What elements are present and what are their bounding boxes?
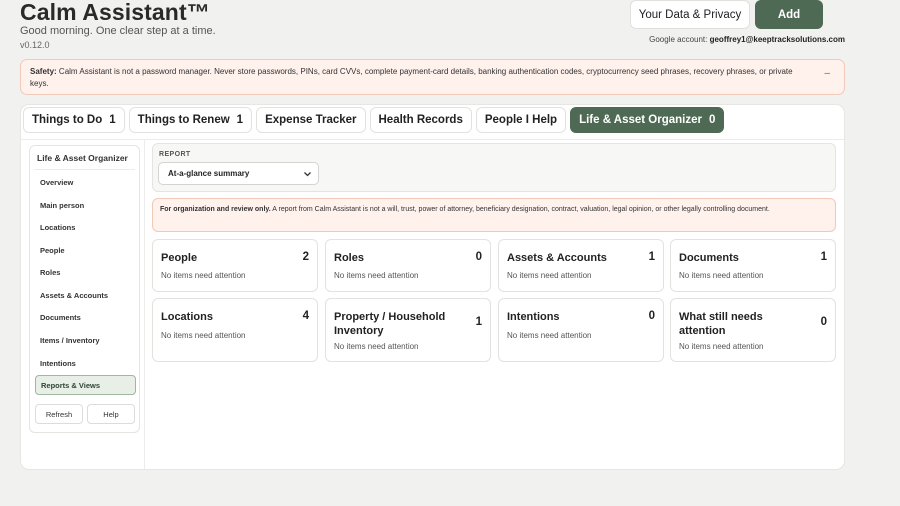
card-title: Intentions xyxy=(507,311,560,323)
card-count: 4 xyxy=(302,310,309,322)
legal-notice: For organization and review only. A repo… xyxy=(152,198,836,232)
card-status: No items need attention xyxy=(507,271,592,280)
tab-expense-tracker[interactable]: Expense Tracker xyxy=(256,107,366,133)
help-button[interactable]: Help xyxy=(87,404,135,424)
summary-card-locations[interactable]: Locations 4 No items need attention xyxy=(152,298,318,362)
card-title: Documents xyxy=(679,252,739,264)
card-count: 1 xyxy=(820,251,827,263)
collapse-safety-button[interactable]: – xyxy=(824,68,830,80)
notice-label: For organization and review only. xyxy=(160,206,271,213)
card-status: No items need attention xyxy=(161,271,246,280)
card-status: No items need attention xyxy=(679,271,764,280)
summary-card-property-inventory[interactable]: Property / Household Inventory 1 No item… xyxy=(325,298,491,362)
sidebar-item-main-person[interactable]: Main person xyxy=(35,195,136,215)
add-button[interactable]: Add xyxy=(755,0,823,29)
version-label: v0.12.0 xyxy=(20,40,50,50)
card-count: 1 xyxy=(475,316,482,328)
card-count: 0 xyxy=(820,316,827,328)
tab-label: Life & Asset Organizer xyxy=(579,114,702,126)
summary-card-assets-accounts[interactable]: Assets & Accounts 1 No items need attent… xyxy=(498,239,664,292)
card-status: No items need attention xyxy=(507,331,592,340)
card-count: 0 xyxy=(648,310,655,322)
card-title: What still needs attention xyxy=(679,311,763,337)
tab-things-to-renew[interactable]: Things to Renew 1 xyxy=(128,107,253,133)
safety-text: Calm Assistant is not a password manager… xyxy=(30,67,793,88)
tab-bar: Things to Do 1 Things to Renew 1 Expense… xyxy=(23,107,728,133)
card-status: No items need attention xyxy=(679,342,764,351)
card-title: Assets & Accounts xyxy=(507,252,607,264)
account-email: geoffrey1@keeptracksolutions.com xyxy=(709,35,845,44)
sidebar-title: Life & Asset Organizer xyxy=(37,153,128,163)
sidebar: Life & Asset Organizer Overview Main per… xyxy=(29,145,140,433)
sidebar-item-people[interactable]: People xyxy=(35,240,136,260)
tab-health-records[interactable]: Health Records xyxy=(369,107,472,133)
sidebar-item-documents[interactable]: Documents xyxy=(35,307,136,327)
refresh-button[interactable]: Refresh xyxy=(35,404,83,424)
account-info: Google account: geoffrey1@keeptracksolut… xyxy=(649,35,845,44)
card-title: Locations xyxy=(161,311,213,323)
safety-banner: Safety: Calm Assistant is not a password… xyxy=(20,59,845,95)
tab-label: Health Records xyxy=(378,114,463,126)
report-label: REPORT xyxy=(159,151,191,158)
card-status: No items need attention xyxy=(334,271,419,280)
card-count: 1 xyxy=(648,251,655,263)
sidebar-item-roles[interactable]: Roles xyxy=(35,262,136,282)
account-prefix: Google account: xyxy=(649,35,708,44)
card-title: Roles xyxy=(334,252,364,264)
safety-label: Safety: xyxy=(30,67,57,76)
summary-card-intentions[interactable]: Intentions 0 No items need attention xyxy=(498,298,664,362)
card-title: People xyxy=(161,252,198,264)
tab-life-asset-organizer[interactable]: Life & Asset Organizer 0 xyxy=(570,107,725,133)
app-title: Calm Assistant™ xyxy=(20,0,210,25)
tab-things-to-do[interactable]: Things to Do 1 xyxy=(23,107,125,133)
card-title: Property / Household Inventory xyxy=(334,311,446,337)
sidebar-item-intentions[interactable]: Intentions xyxy=(35,353,136,373)
card-status: No items need attention xyxy=(161,331,246,340)
data-privacy-button[interactable]: Your Data & Privacy xyxy=(630,0,750,29)
notice-text: A report from Calm Assistant is not a wi… xyxy=(272,206,770,213)
chevron-down-icon xyxy=(304,172,311,177)
card-count: 0 xyxy=(475,251,482,263)
card-status: No items need attention xyxy=(334,342,419,351)
card-count: 2 xyxy=(302,251,309,263)
tab-count: 1 xyxy=(236,114,244,126)
tab-label: Expense Tracker xyxy=(265,114,357,126)
sidebar-item-items-inventory[interactable]: Items / Inventory xyxy=(35,330,136,350)
sidebar-item-assets-accounts[interactable]: Assets & Accounts xyxy=(35,285,136,305)
sidebar-item-locations[interactable]: Locations xyxy=(35,217,136,237)
tab-people-i-help[interactable]: People I Help xyxy=(475,107,567,133)
tab-label: Things to Do xyxy=(32,114,103,126)
summary-card-needs-attention[interactable]: What still needs attention 0 No items ne… xyxy=(670,298,836,362)
summary-card-roles[interactable]: Roles 0 No items need attention xyxy=(325,239,491,292)
summary-card-people[interactable]: People 2 No items need attention xyxy=(152,239,318,292)
report-selected-value: At-a-glance summary xyxy=(168,169,250,178)
main-panel: Things to Do 1 Things to Renew 1 Expense… xyxy=(20,104,845,470)
tab-label: Things to Renew xyxy=(137,114,230,126)
tab-count: 0 xyxy=(709,114,716,126)
report-picker: REPORT At-a-glance summary xyxy=(152,143,836,192)
sidebar-divider xyxy=(144,140,145,469)
summary-card-documents[interactable]: Documents 1 No items need attention xyxy=(670,239,836,292)
tab-label: People I Help xyxy=(484,114,558,126)
tab-count: 1 xyxy=(109,114,116,126)
sidebar-title-divider xyxy=(34,169,135,170)
report-select[interactable]: At-a-glance summary xyxy=(158,162,319,185)
sidebar-item-reports-views[interactable]: Reports & Views xyxy=(35,375,136,395)
sidebar-item-overview[interactable]: Overview xyxy=(35,172,136,192)
greeting-text: Good morning. One clear step at a time. xyxy=(20,25,216,37)
